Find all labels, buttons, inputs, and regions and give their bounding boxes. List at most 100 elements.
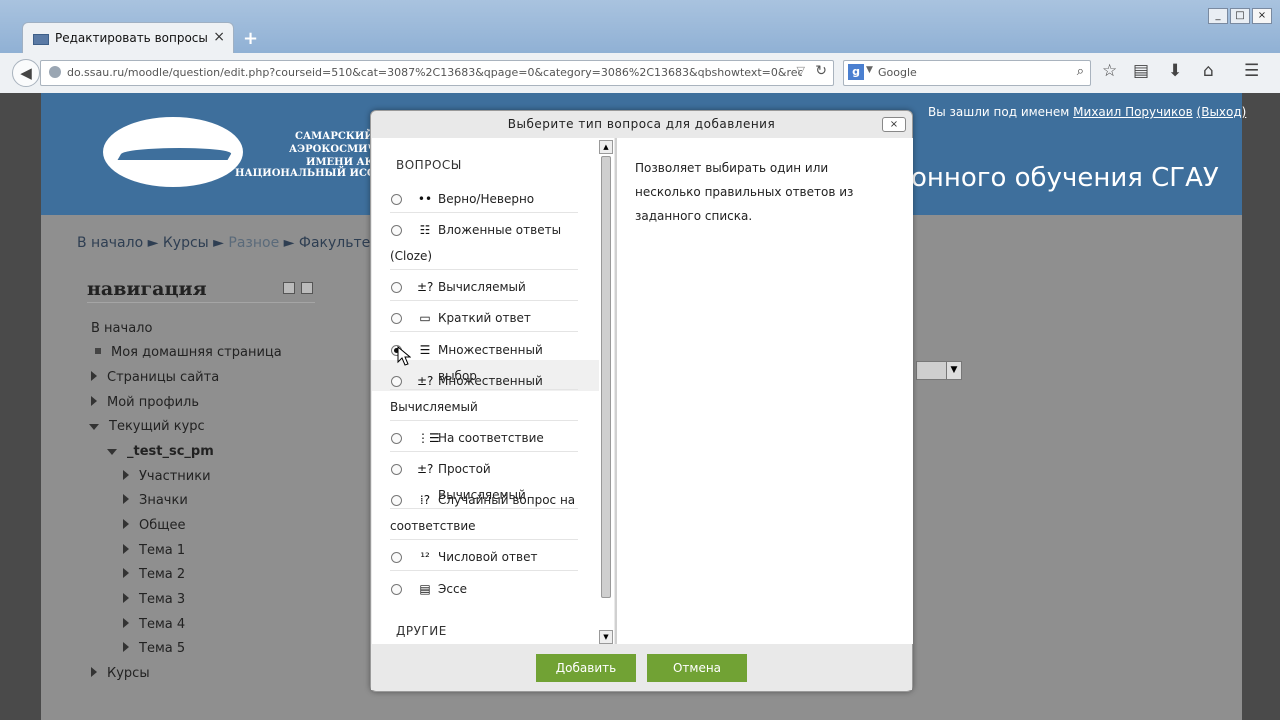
browser-navbar: ◀ do.ssau.ru/moodle/question/edit.php?co… <box>0 53 1280 94</box>
question-type-match[interactable]: ⋮☰ На соответствие <box>390 425 578 452</box>
nav-topic-2[interactable]: Тема 2 <box>123 567 185 582</box>
section-other: ДРУГИЕ <box>396 624 447 638</box>
tab-title: Редактировать вопросы <box>55 31 208 45</box>
nav-courses[interactable]: Курсы <box>91 666 150 681</box>
minimize-button[interactable]: _ <box>1208 8 1228 24</box>
search-icon[interactable]: ⌕ <box>1077 64 1084 79</box>
logout-link[interactable]: (Выход) <box>1197 105 1247 119</box>
cloze-icon: ☷ <box>419 223 431 237</box>
block-controls <box>283 282 313 294</box>
menu-icon[interactable]: ☰ <box>1244 61 1259 81</box>
scroll-up-icon[interactable]: ▲ <box>599 140 613 154</box>
add-button[interactable]: Добавить <box>536 654 636 682</box>
nav-course[interactable]: _test_sc_pm <box>107 444 214 459</box>
search-engine-dropdown-icon[interactable]: ▼ <box>866 65 873 75</box>
nav-topic-5[interactable]: Тема 5 <box>123 641 185 656</box>
radio-essay[interactable] <box>391 584 402 595</box>
url-bar[interactable]: do.ssau.ru/moodle/question/edit.php?cour… <box>40 60 834 86</box>
login-info: Вы зашли под именем Михаил Поручиков (Вы… <box>928 105 1246 119</box>
search-input[interactable]: Google <box>878 66 917 79</box>
question-type-list: ВОПРОСЫ •• Верно/Неверно ☷ Вложенные отв… <box>372 138 614 644</box>
question-type-cloze[interactable]: ☷ Вложенные ответы (Cloze) <box>390 217 578 270</box>
breadcrumb-misc[interactable]: Разное <box>228 235 279 251</box>
dialog-title: Выберите тип вопроса для добавления <box>507 117 776 131</box>
url-text[interactable]: do.ssau.ru/moodle/question/edit.php?cour… <box>67 66 802 79</box>
logo-text-4: НАЦИОНАЛЬНЫЙ ИССЛ <box>235 168 384 179</box>
cancel-button[interactable]: Отмена <box>647 654 747 682</box>
scroll-down-icon[interactable]: ▼ <box>599 630 613 644</box>
numerical-icon: ¹² <box>420 550 430 564</box>
section-questions: ВОПРОСЫ <box>396 158 462 172</box>
divider <box>87 302 315 303</box>
google-icon[interactable]: g <box>848 64 864 80</box>
randomsamatch-icon: ⁞? <box>419 493 431 507</box>
truefalse-icon: •• <box>417 192 433 206</box>
home-icon[interactable]: ⌂ <box>1203 61 1214 81</box>
radio-match[interactable] <box>391 433 402 444</box>
nav-badges[interactable]: Значки <box>123 493 188 508</box>
breadcrumb-courses[interactable]: Курсы <box>163 235 209 251</box>
nav-my-home[interactable]: Моя домашняя страница <box>91 345 282 360</box>
nav-current-course[interactable]: Текущий курс <box>89 419 205 434</box>
calculatedsimple-icon: ±? <box>417 462 434 476</box>
nav-topic-4[interactable]: Тема 4 <box>123 617 185 632</box>
list-scrollbar[interactable]: ▲ ▼ <box>599 140 613 644</box>
back-button[interactable]: ◀ <box>12 59 40 87</box>
radio-calculated[interactable] <box>391 282 402 293</box>
breadcrumb-sep: ► <box>147 235 159 251</box>
maximize-button[interactable]: □ <box>1230 8 1250 24</box>
breadcrumb: В начало ► Курсы ► Разное ► Факультет эк… <box>77 235 417 251</box>
match-icon: ⋮☰ <box>417 431 440 445</box>
tab-close-icon[interactable]: × <box>213 29 225 45</box>
nav-home[interactable]: В начало <box>91 321 152 336</box>
question-type-truefalse[interactable]: •• Верно/Неверно <box>390 186 578 213</box>
nav-topic-3[interactable]: Тема 3 <box>123 592 185 607</box>
question-type-shortanswer[interactable]: ▭ Краткий ответ <box>390 305 578 332</box>
mouse-cursor-icon <box>397 346 411 366</box>
question-type-essay[interactable]: ▤ Эссе <box>390 575 578 603</box>
reload-icon[interactable]: ↻ <box>815 63 827 79</box>
nav-site-pages[interactable]: Страницы сайта <box>91 370 219 385</box>
breadcrumb-sep: ► <box>283 235 295 251</box>
bookmark-star-icon[interactable]: ☆ <box>1102 61 1117 81</box>
user-link[interactable]: Михаил Поручиков <box>1073 105 1193 119</box>
calculatedmulti-icon: ±? <box>417 374 434 388</box>
radio-randomsamatch[interactable] <box>391 495 402 506</box>
radio-truefalse[interactable] <box>391 194 402 205</box>
breadcrumb-home[interactable]: В начало <box>77 235 143 251</box>
radio-shortanswer[interactable] <box>391 313 402 324</box>
multichoice-icon: ☰ <box>419 343 431 357</box>
nav-topic-1[interactable]: Тема 1 <box>123 543 185 558</box>
question-type-calculated[interactable]: ±? Вычисляемый <box>390 274 578 301</box>
search-bar[interactable]: g ▼ Google ⌕ <box>843 60 1091 86</box>
calculated-icon: ±? <box>417 280 434 294</box>
dock-icon[interactable] <box>301 282 313 294</box>
radio-numerical[interactable] <box>391 552 402 563</box>
question-type-calculatedmulti[interactable]: ±? Множественный Вычисляемый <box>390 368 578 421</box>
radio-calculatedmulti[interactable] <box>391 376 402 387</box>
essay-icon: ▤ <box>419 582 431 596</box>
close-window-button[interactable]: × <box>1252 8 1272 24</box>
breadcrumb-sep: ► <box>213 235 224 251</box>
globe-icon <box>49 66 61 78</box>
scroll-thumb[interactable] <box>601 156 611 598</box>
nav-general[interactable]: Общее <box>123 518 186 533</box>
browser-tab[interactable]: Редактировать вопросы × <box>22 22 234 54</box>
radio-cloze[interactable] <box>391 225 402 236</box>
bookmarks-list-icon[interactable]: ▤ <box>1133 61 1149 81</box>
chevron-down-icon: ▼ <box>946 362 961 379</box>
url-dropdown-icon[interactable]: ▽ <box>797 64 805 77</box>
description-panel: Позволяет выбирать один или несколько пр… <box>615 138 913 644</box>
nav-my-profile[interactable]: Мой профиль <box>91 395 199 410</box>
nav-participants[interactable]: Участники <box>123 469 211 484</box>
new-tab-button[interactable]: + <box>243 28 258 49</box>
window-titlebar: _ □ × Редактировать вопросы × + <box>0 0 1280 55</box>
category-select[interactable]: ▼ <box>916 361 962 380</box>
dialog-close-button[interactable]: × <box>882 117 906 132</box>
question-type-randomsamatch[interactable]: ⁞? Случайный вопрос на соответствие <box>390 487 578 540</box>
radio-calculatedsimple[interactable] <box>391 464 402 475</box>
logo-mark <box>117 148 235 160</box>
download-icon[interactable]: ⬇ <box>1168 61 1182 81</box>
collapse-icon[interactable] <box>283 282 295 294</box>
question-type-numerical[interactable]: ¹² Числовой ответ <box>390 544 578 571</box>
